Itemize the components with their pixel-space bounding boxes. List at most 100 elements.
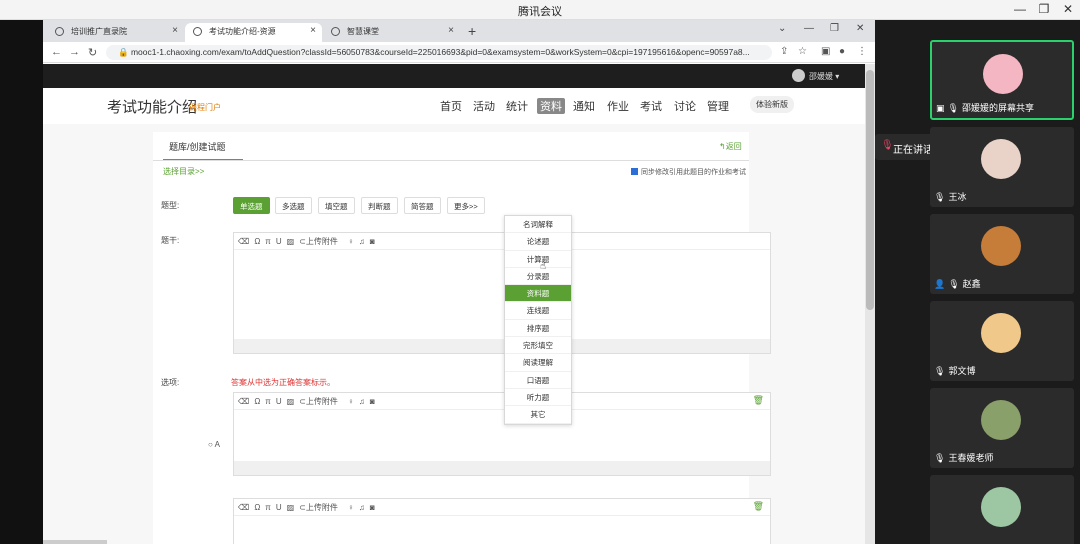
camera-icon[interactable]: ◙ (370, 503, 375, 512)
type-option[interactable]: 连线题 (505, 302, 571, 320)
type-option[interactable]: 名词解释 (505, 216, 571, 234)
close-tab-icon[interactable]: × (448, 25, 454, 36)
nav-materials[interactable]: 资料 (537, 98, 565, 114)
qtype-more[interactable]: 更多>> (447, 197, 485, 214)
pi-icon[interactable]: π (265, 237, 271, 246)
back-link[interactable]: ↰返回 (719, 141, 742, 152)
qtype-single[interactable]: 单选题 (233, 197, 270, 214)
participant-tile[interactable]: 👤 🎙 赵鑫 (930, 214, 1074, 294)
type-option[interactable]: 分录题 (505, 268, 571, 286)
type-option[interactable]: 口语题 (505, 372, 571, 389)
nav-discussion[interactable]: 讨论 (674, 98, 696, 114)
option-a-radio[interactable]: ○ A (208, 440, 220, 449)
nav-exam[interactable]: 考试 (640, 98, 662, 114)
mic-icon[interactable]: ♀ (348, 397, 354, 406)
participant-tile[interactable]: ▣ 🎙 邵媛媛的屏幕共享 (930, 40, 1074, 120)
star-icon[interactable]: ☆ (798, 46, 807, 57)
eraser-icon[interactable]: ⌫ (238, 503, 249, 512)
underline-icon[interactable]: U (276, 503, 282, 512)
nav-stats[interactable]: 统计 (506, 98, 528, 114)
music-icon[interactable]: ♫ (359, 503, 365, 512)
question-form-card: 题库/创建试题 ↰返回 选择目录>> 同步修改引用此题目的作业和考试 题型: 单… (153, 132, 771, 544)
image-icon[interactable]: ▨ (287, 397, 295, 406)
attachment-icon[interactable]: ⊂上传附件 (299, 237, 343, 246)
horizontal-scrollbar[interactable] (43, 540, 107, 544)
nav-homework[interactable]: 作业 (607, 98, 629, 114)
nav-activity[interactable]: 活动 (473, 98, 495, 114)
trash-icon[interactable]: 🗑 (753, 395, 764, 406)
type-option[interactable]: 完形填空 (505, 337, 571, 355)
pi-icon[interactable]: π (265, 503, 271, 512)
type-option[interactable]: 论述题 (505, 233, 571, 251)
type-option[interactable]: 排序题 (505, 320, 571, 338)
eraser-icon[interactable]: ⌫ (238, 237, 249, 246)
trash-icon[interactable]: 🗑 (753, 501, 764, 512)
share-icon[interactable]: ⇪ (780, 46, 788, 57)
qtype-fill[interactable]: 填空题 (318, 197, 355, 214)
omega-icon[interactable]: Ω (254, 503, 260, 512)
participant-tile[interactable]: 🎙 郭文博 (930, 301, 1074, 381)
browser-tab-3[interactable]: 智慧课堂 × (323, 23, 460, 42)
pi-icon[interactable]: π (265, 397, 271, 406)
nav-notice[interactable]: 通知 (573, 98, 595, 114)
stem-editor[interactable]: ⌫ Ωπ U ▨ ⊂上传附件 ♀ ♫ ◙ (233, 232, 771, 354)
close-tab-icon[interactable]: × (172, 25, 178, 36)
music-icon[interactable]: ♫ (359, 397, 365, 406)
choose-directory-link[interactable]: 选择目录>> (163, 166, 204, 177)
participant-tile[interactable]: 🎙 王春媛老师 (930, 388, 1074, 468)
restore-button[interactable]: ❐ (1034, 2, 1054, 16)
type-option[interactable]: 其它 (505, 406, 571, 424)
nav-manage[interactable]: 管理 (707, 98, 729, 114)
image-icon[interactable]: ▨ (287, 237, 295, 246)
menu-icon[interactable]: ⋮ (857, 46, 867, 57)
browser-tab-1[interactable]: 培训推广直录院 × (47, 23, 184, 42)
omega-icon[interactable]: Ω (254, 397, 260, 406)
mic-icon[interactable]: ♀ (348, 237, 354, 246)
image-icon[interactable]: ▨ (287, 503, 295, 512)
reload-icon[interactable]: ↻ (88, 46, 97, 59)
option-a-editor[interactable]: ⌫ Ωπ U ▨ ⊂上传附件 ♀ ♫ ◙ 🗑 (233, 392, 771, 476)
attachment-icon[interactable]: ⊂上传附件 (299, 397, 343, 406)
omega-icon[interactable]: Ω (254, 237, 260, 246)
sync-checkbox[interactable]: 同步修改引用此题目的作业和考试 (631, 167, 746, 177)
option-b-editor[interactable]: ⌫ Ωπ U ▨ ⊂上传附件 ♀ ♫ ◙ 🗑 (233, 498, 771, 544)
chrome-minimize-icon[interactable]: — (804, 23, 814, 34)
nav-home[interactable]: 首页 (440, 98, 462, 114)
type-option[interactable]: 计算题 (505, 251, 571, 268)
type-option[interactable]: 阅读理解 (505, 354, 571, 372)
type-option-selected[interactable]: 资料题 (505, 285, 571, 303)
url-input[interactable]: 🔒 mooc1-1.chaoxing.com/exam/toAddQuestio… (106, 45, 772, 60)
browser-tab-2[interactable]: 考试功能介绍-资源 × (185, 23, 322, 42)
participant-tile[interactable]: 🎙 王冰 (930, 127, 1074, 207)
type-option[interactable]: 听力题 (505, 389, 571, 407)
mic-icon[interactable]: ♀ (348, 503, 354, 512)
user-name[interactable]: 邵媛媛 ▾ (809, 71, 839, 82)
close-button[interactable]: ✕ (1058, 2, 1078, 16)
qtype-multi[interactable]: 多选题 (275, 197, 312, 214)
participant-name: 👤 🎙 赵鑫 (934, 279, 981, 289)
qtype-short[interactable]: 简答题 (404, 197, 441, 214)
chrome-close-icon[interactable]: ✕ (856, 23, 864, 34)
music-icon[interactable]: ♫ (359, 237, 365, 246)
course-portal-link[interactable]: 课程门户 (189, 102, 221, 113)
underline-icon[interactable]: U (276, 237, 282, 246)
page-scroll-thumb[interactable] (866, 70, 874, 310)
back-arrow-icon[interactable]: ← (51, 46, 62, 58)
qtype-judge[interactable]: 判断题 (361, 197, 398, 214)
attachment-icon[interactable]: ⊂上传附件 (299, 503, 343, 512)
eraser-icon[interactable]: ⌫ (238, 397, 249, 406)
camera-icon[interactable]: ◙ (370, 397, 375, 406)
trial-new-version-button[interactable]: 体验新版 (750, 96, 794, 113)
new-tab-button[interactable]: + (468, 23, 476, 39)
participant-tile[interactable] (930, 475, 1074, 544)
underline-icon[interactable]: U (276, 397, 282, 406)
profile-icon[interactable]: ● (839, 46, 845, 57)
minimize-button[interactable]: — (1010, 2, 1030, 16)
avatar[interactable] (792, 69, 805, 82)
sidebar-icon[interactable]: ▣ (821, 46, 830, 57)
camera-icon[interactable]: ◙ (370, 237, 375, 246)
tab-search-icon[interactable]: ⌄ (778, 23, 786, 34)
close-tab-icon[interactable]: × (310, 25, 316, 36)
chrome-restore-icon[interactable]: ❐ (830, 23, 839, 34)
forward-arrow-icon[interactable]: → (69, 46, 80, 58)
